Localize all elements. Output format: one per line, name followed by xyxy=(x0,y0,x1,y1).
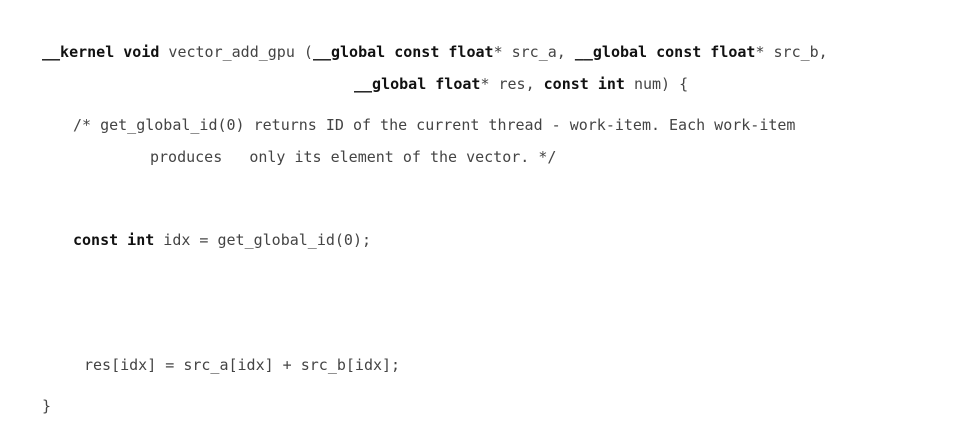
keyword-const-int: const int xyxy=(543,75,625,93)
param-res: * res, xyxy=(480,75,544,93)
idx-declaration-line: const int idx = get_global_id(0); xyxy=(73,230,371,250)
param-src-a: * src_a, xyxy=(493,43,575,61)
closing-brace: } xyxy=(42,397,52,415)
vector-add-statement: res[idx] = src_a[idx] + src_b[idx]; xyxy=(84,356,401,374)
keyword-global-const-float-a: __global const float xyxy=(312,43,494,61)
idx-assignment: idx = get_global_id(0); xyxy=(154,231,372,249)
comment-line-1: /* get_global_id(0) returns ID of the cu… xyxy=(73,116,796,134)
param-num: num) { xyxy=(624,75,689,93)
function-name: vector_add_gpu ( xyxy=(159,43,313,61)
keyword-const-int-idx: const int xyxy=(73,231,155,249)
param-src-b: * src_b, xyxy=(755,43,828,61)
keyword-kernel-void: __kernel void xyxy=(42,43,160,61)
code-document: __kernel void vector_add_gpu (__global c… xyxy=(0,0,963,430)
kernel-signature-line-1: __kernel void vector_add_gpu (__global c… xyxy=(42,42,828,62)
keyword-global-const-float-b: __global const float xyxy=(574,43,756,61)
comment-line-2: produces only its element of the vector.… xyxy=(150,148,557,166)
kernel-signature-line-2: __global float* res, const int num) { xyxy=(354,74,688,94)
keyword-global-float: __global float xyxy=(354,75,481,93)
